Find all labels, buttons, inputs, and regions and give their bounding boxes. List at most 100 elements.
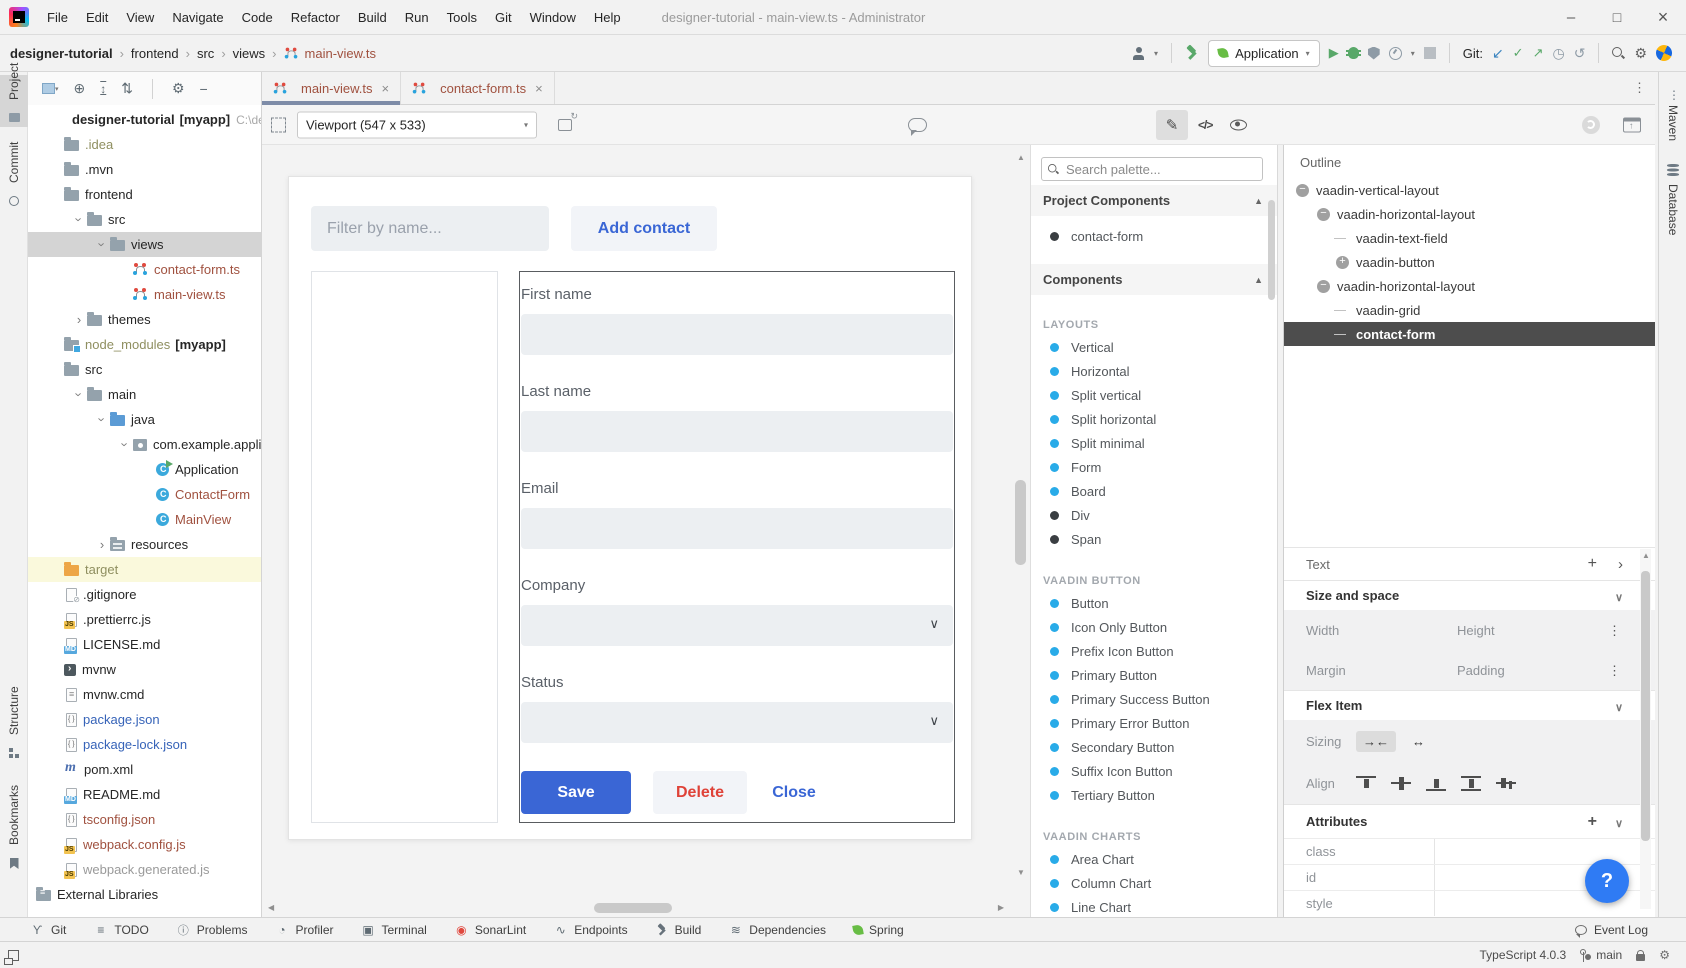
palette-scrollbar-thumb[interactable] <box>1268 200 1275 300</box>
add-attribute-icon[interactable] <box>1588 813 1597 831</box>
outline-row[interactable]: vaadin-grid <box>1284 298 1655 322</box>
user-icon[interactable] <box>1132 47 1145 60</box>
tree-chevron-icon[interactable]: › <box>94 537 110 552</box>
palette-item[interactable]: Secondary Button <box>1031 735 1277 759</box>
menu-item[interactable]: Help <box>585 0 630 35</box>
scroll-right-icon[interactable]: ▶ <box>998 903 1004 912</box>
canvas-vertical-scrollbar[interactable]: ▲ ▼ <box>1012 145 1030 917</box>
properties-scrollbar[interactable]: ▲ <box>1640 549 1651 909</box>
tree-row[interactable]: webpack.config.js <box>28 832 261 857</box>
menu-item[interactable]: View <box>117 0 163 35</box>
database-icon[interactable] <box>1667 164 1679 178</box>
palette-search[interactable] <box>1041 157 1263 181</box>
field-input[interactable] <box>521 702 953 743</box>
margin-label[interactable]: Margin <box>1306 663 1457 678</box>
menu-item[interactable]: Code <box>233 0 282 35</box>
field-input[interactable] <box>521 314 953 355</box>
tree-row[interactable]: README.md <box>28 782 261 807</box>
search-everywhere-icon[interactable] <box>1612 47 1625 60</box>
tree-row[interactable]: › themes <box>28 307 261 332</box>
tree-row[interactable]: Application <box>28 457 261 482</box>
menu-item[interactable]: Edit <box>77 0 117 35</box>
contact-form-component[interactable]: First name Last name Email Company Statu… <box>519 271 955 823</box>
menu-item[interactable]: Run <box>396 0 438 35</box>
palette-item[interactable]: Split vertical <box>1031 383 1277 407</box>
tree-row[interactable]: .mvn <box>28 157 261 182</box>
add-contact-button[interactable]: Add contact <box>571 206 717 251</box>
tree-chevron-icon[interactable]: › <box>71 312 87 327</box>
outline-row[interactable]: vaadin-horizontal-layout <box>1284 202 1655 226</box>
menu-item[interactable]: Build <box>349 0 396 35</box>
event-log-button[interactable]: Event Log <box>1575 923 1648 937</box>
collapse-chevron-icon[interactable]: ▲ <box>1254 196 1263 206</box>
palette-group-header[interactable]: Project Components ▲ <box>1031 185 1277 216</box>
save-button[interactable]: Save <box>521 771 631 814</box>
code-mode-button[interactable] <box>1198 116 1212 134</box>
breadcrumb-item[interactable]: designer-tutorial <box>10 46 131 61</box>
tree-row[interactable]: package-lock.json <box>28 732 261 757</box>
field-input[interactable] <box>521 508 953 549</box>
outline-toggle-icon[interactable] <box>1296 184 1309 197</box>
attributes-section-header[interactable]: Attributes <box>1284 804 1655 838</box>
tree-row[interactable]: webpack.generated.js <box>28 857 261 882</box>
tool-window-button[interactable]: Spring <box>853 922 904 938</box>
tree-row[interactable]: › main <box>28 382 261 407</box>
tree-row[interactable]: contact-form.ts <box>28 257 261 282</box>
tree-row[interactable]: › src <box>28 207 261 232</box>
git-update-icon[interactable]: ↙ <box>1492 45 1504 62</box>
tool-window-button[interactable]: Git <box>30 922 66 938</box>
tool-window-button[interactable]: Build <box>655 922 702 938</box>
tree-row[interactable]: .prettierrc.js <box>28 607 261 632</box>
padding-label[interactable]: Padding <box>1457 663 1505 678</box>
tree-chevron-icon[interactable]: › <box>95 412 110 428</box>
expand-all-icon[interactable]: ↕ <box>100 82 106 96</box>
attribute-value-cell[interactable] <box>1434 839 1655 864</box>
typescript-version[interactable]: TypeScript 4.0.3 <box>1480 948 1567 962</box>
add-icon[interactable] <box>1588 555 1597 573</box>
git-branch-widget[interactable]: main <box>1580 948 1622 962</box>
palette-item[interactable]: Horizontal <box>1031 359 1277 383</box>
stripe-tab-project[interactable]: Project <box>0 75 28 127</box>
tree-row[interactable]: › java <box>28 407 261 432</box>
edit-mode-button[interactable]: ✎ <box>1156 110 1188 140</box>
outline-row[interactable]: vaadin-vertical-layout <box>1284 178 1655 202</box>
tree-chevron-icon[interactable]: › <box>95 237 110 253</box>
user-dropdown-caret-icon[interactable]: ▾ <box>1154 49 1158 58</box>
field-input[interactable] <box>521 605 953 646</box>
tree-row[interactable]: .gitignore <box>28 582 261 607</box>
palette-item[interactable]: Line Chart <box>1031 895 1277 917</box>
outline-row[interactable]: contact-form <box>1284 322 1655 346</box>
stripe-tab-commit[interactable]: Commit <box>0 158 28 211</box>
palette-item[interactable]: Vertical <box>1031 335 1277 359</box>
align-start-icon[interactable] <box>1356 776 1376 791</box>
palette-item[interactable]: Icon Only Button <box>1031 615 1277 639</box>
gear-status-icon[interactable]: ⚙ <box>1659 948 1670 962</box>
tree-row[interactable]: tsconfig.json <box>28 807 261 832</box>
history-icon[interactable]: ◷ <box>1552 45 1564 62</box>
preview-mode-button[interactable] <box>1230 119 1247 130</box>
rotate-viewport-icon[interactable] <box>558 119 572 131</box>
palette-item[interactable]: Primary Success Button <box>1031 687 1277 711</box>
menu-item[interactable]: Window <box>521 0 585 35</box>
chevron-right-icon[interactable] <box>1618 556 1623 573</box>
menu-item[interactable]: File <box>38 0 77 35</box>
breadcrumb-item[interactable]: main-view.ts <box>284 46 377 61</box>
view-mode-icon[interactable]: ▾ <box>42 83 59 94</box>
chevron-down-icon[interactable] <box>1615 698 1623 714</box>
palette-item[interactable]: Split horizontal <box>1031 407 1277 431</box>
tool-window-button[interactable]: Problems <box>176 922 248 938</box>
tool-window-button[interactable]: Dependencies <box>728 922 826 938</box>
outline-row[interactable]: vaadin-horizontal-layout <box>1284 274 1655 298</box>
tool-window-button[interactable]: TODO <box>93 922 148 938</box>
stripe-tab-database[interactable]: Database <box>1666 184 1680 217</box>
scroll-down-icon[interactable]: ▼ <box>1012 868 1030 877</box>
tree-row[interactable]: mvnw.cmd <box>28 682 261 707</box>
tree-chevron-icon[interactable]: › <box>72 212 87 228</box>
palette-item[interactable]: Div <box>1031 503 1277 527</box>
menu-item[interactable]: Git <box>486 0 521 35</box>
align-stretch-icon[interactable] <box>1461 776 1481 791</box>
build-hammer-icon[interactable] <box>1185 46 1199 60</box>
outline-toggle-icon[interactable] <box>1336 256 1349 269</box>
code-with-me-icon[interactable] <box>1653 42 1674 63</box>
outline-toggle-icon[interactable] <box>1317 280 1330 293</box>
